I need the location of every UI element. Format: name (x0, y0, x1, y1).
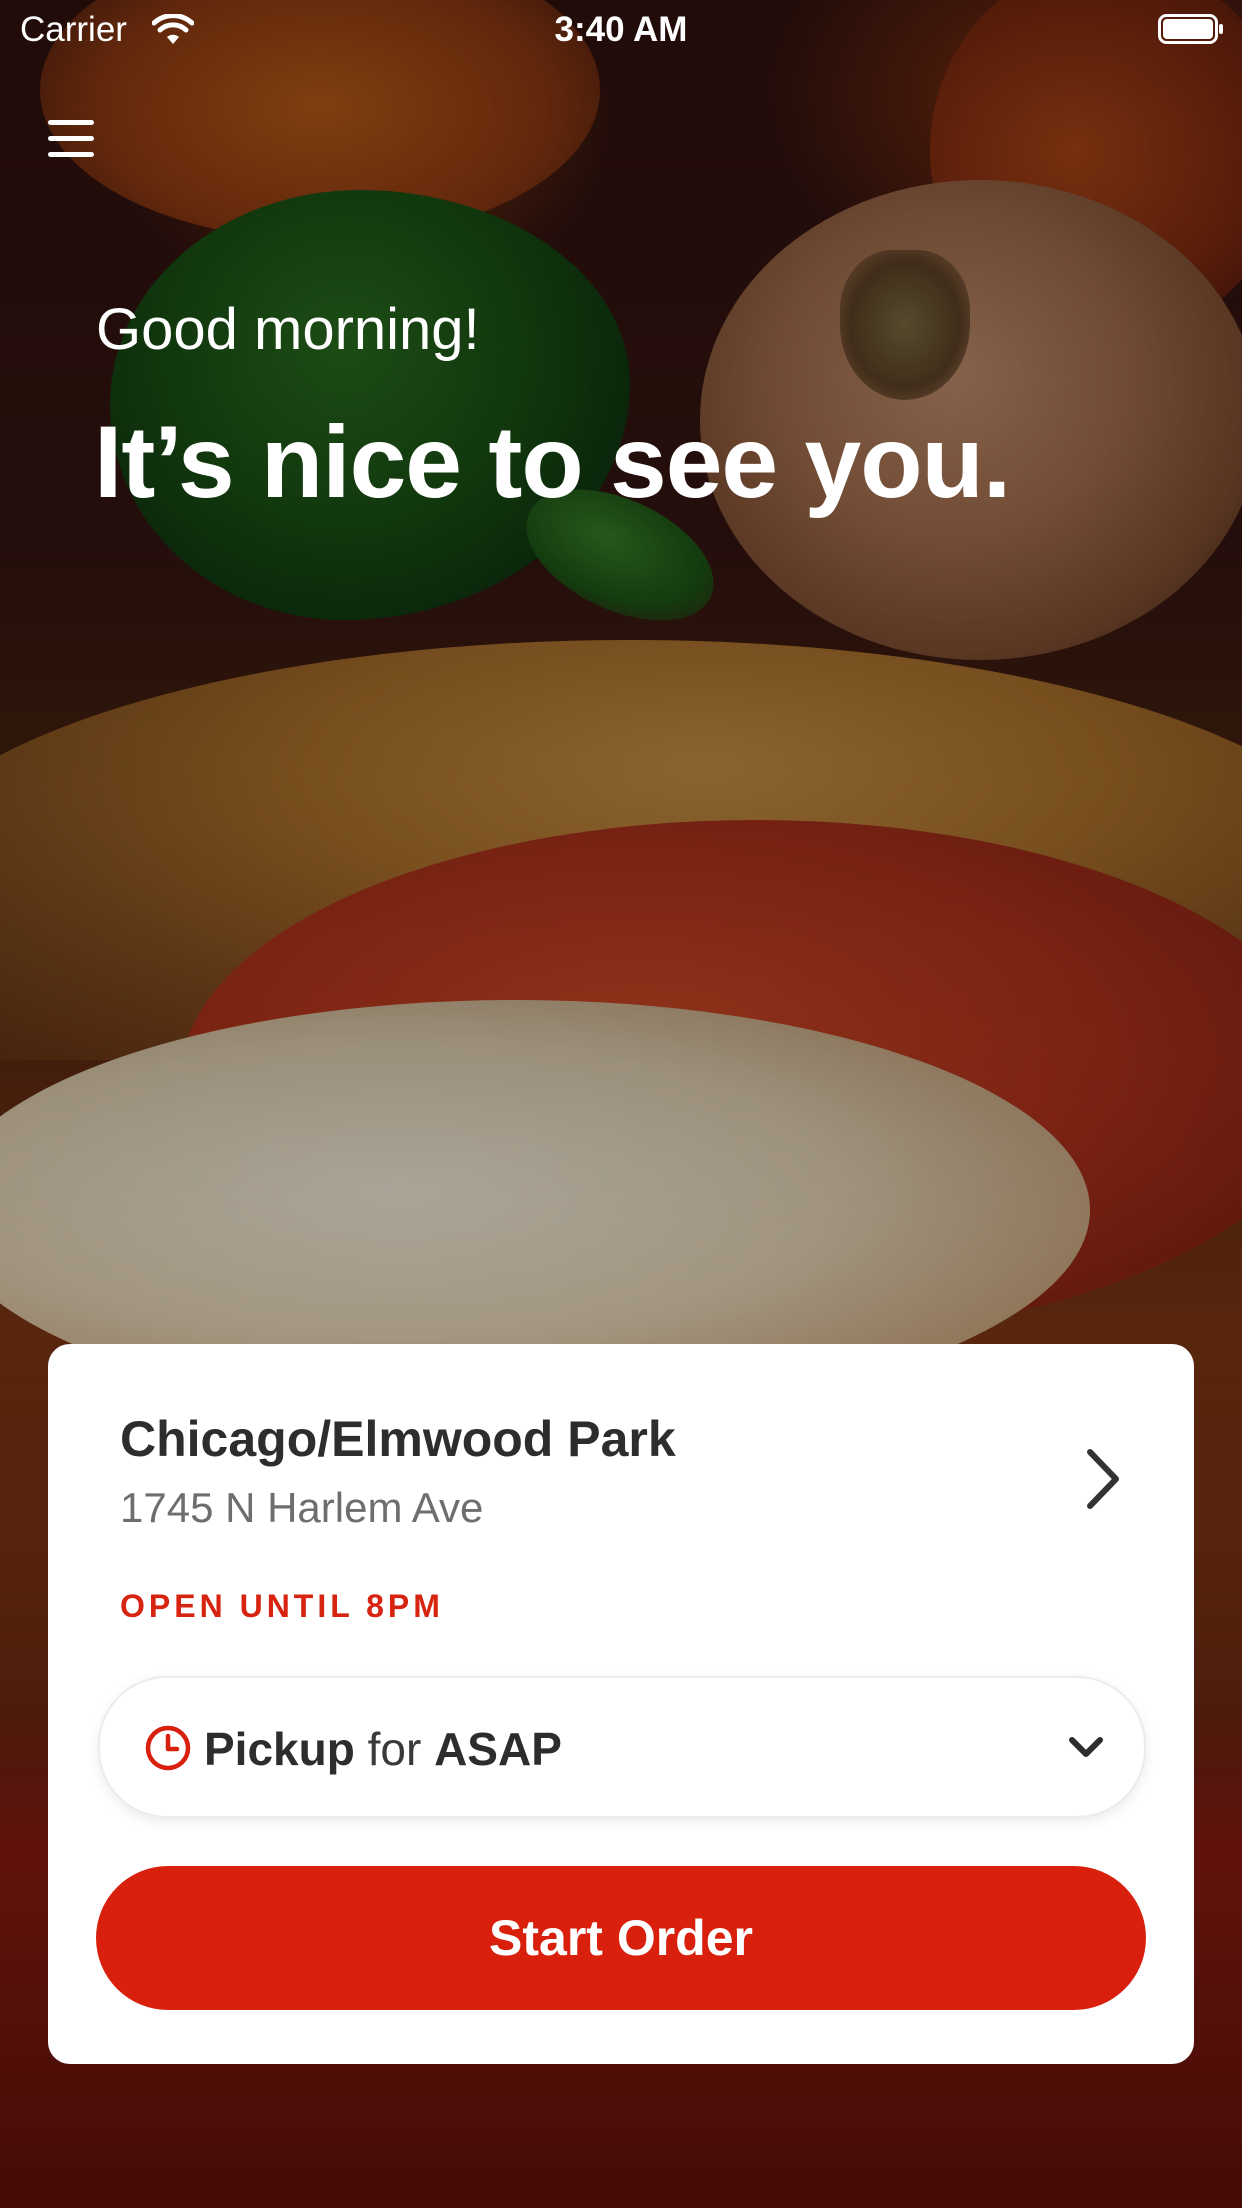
chevron-down-icon (1069, 1737, 1103, 1757)
store-address: 1745 N Harlem Ave (120, 1484, 484, 1531)
order-type-label: Pickup for ASAP (204, 1722, 562, 1776)
start-order-button[interactable]: Start Order (96, 1866, 1146, 2010)
order-connector: for (367, 1723, 422, 1775)
battery-icon (1158, 14, 1223, 44)
status-bar: Carrier 3:40 AM (0, 0, 1242, 62)
order-time: ASAP (434, 1723, 562, 1775)
chevron-right-icon[interactable] (1078, 1444, 1128, 1514)
greeting-text: Good morning! (96, 297, 480, 362)
welcome-headline: It’s nice to see you. (94, 405, 1011, 519)
store-name[interactable]: Chicago/Elmwood Park (120, 1410, 676, 1468)
store-card: Chicago/Elmwood Park 1745 N Harlem Ave O… (48, 1344, 1194, 2064)
order-type-selector[interactable]: Pickup for ASAP (98, 1676, 1146, 1818)
clock-icon (145, 1725, 191, 1771)
order-mode: Pickup (204, 1723, 355, 1775)
hamburger-menu-icon[interactable] (44, 114, 98, 164)
store-hours-badge: OPEN UNTIL 8PM (120, 1588, 444, 1624)
clock-time: 3:40 AM (554, 10, 688, 49)
